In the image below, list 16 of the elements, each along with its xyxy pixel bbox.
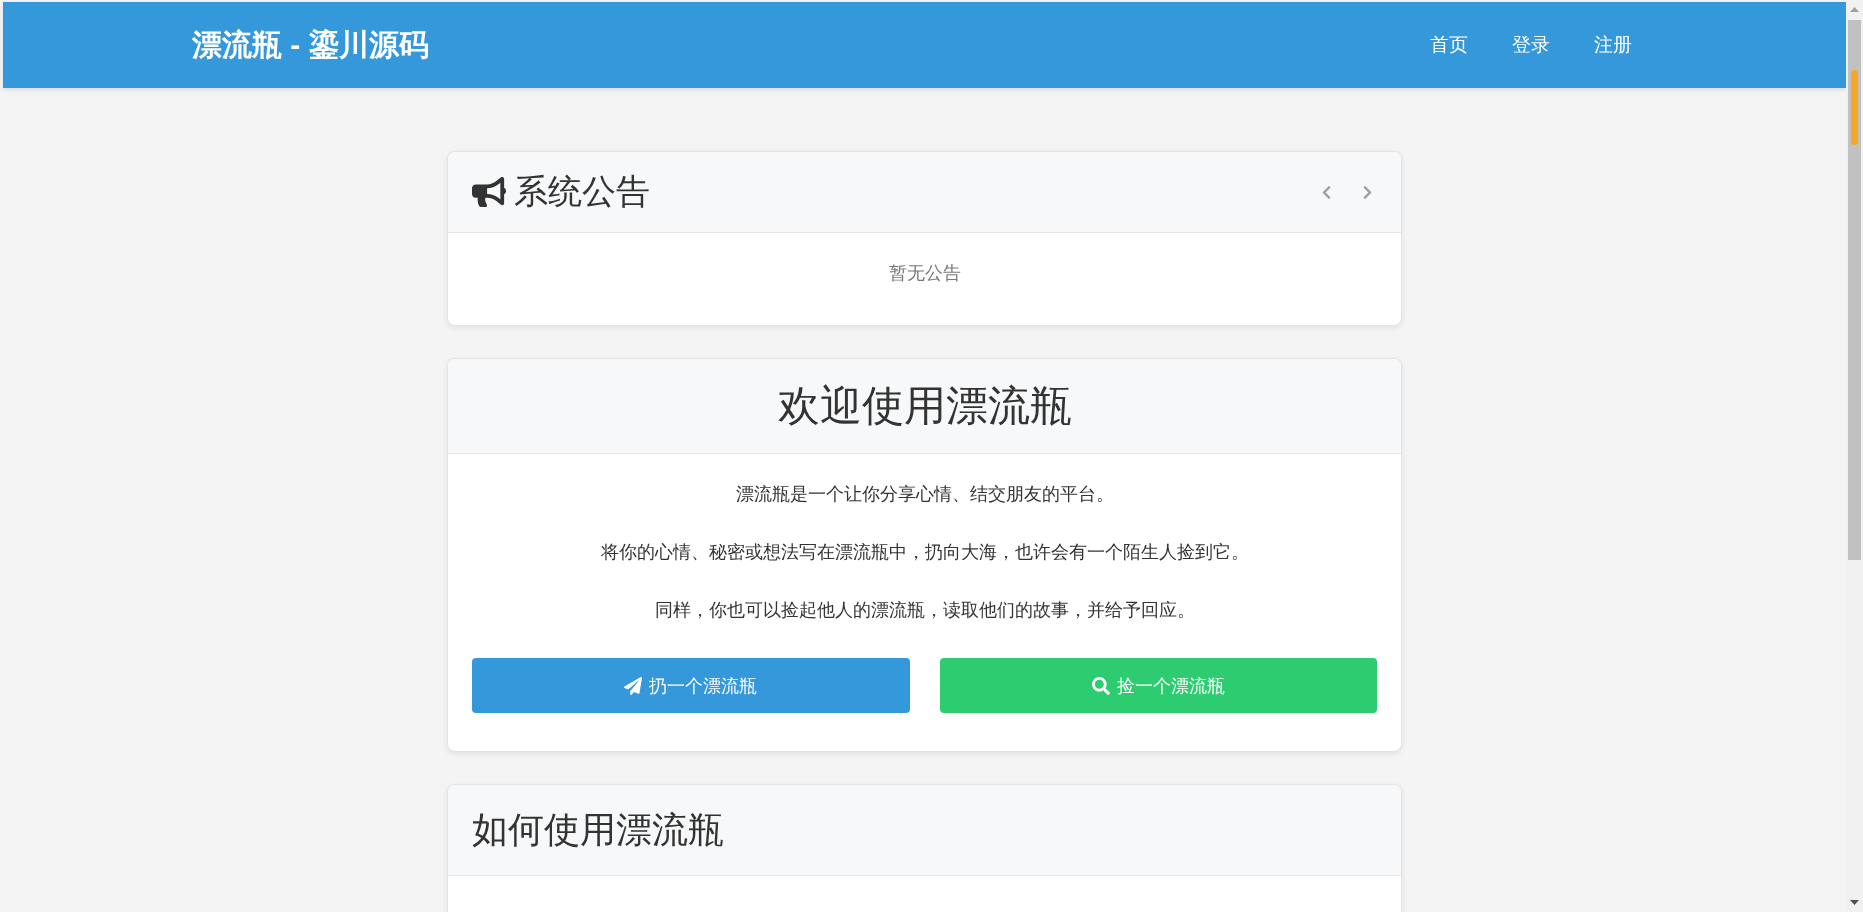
card-title: 欢迎使用漂流瓶: [777, 381, 1072, 431]
intro-text: 漂流瓶是一个让你分享心情、结交朋友的平台。: [735, 483, 1114, 506]
pick-bottle-button[interactable]: 捡一个漂流瓶: [939, 658, 1377, 713]
card-title: 如何使用漂流瓶: [472, 807, 724, 852]
empty-message: 暂无公告: [888, 262, 961, 285]
search-icon: [1091, 676, 1110, 695]
intro-text: 同样，你也可以捡起他人的漂流瓶，读取他们的故事，并给予回应。: [654, 599, 1195, 622]
megaphone-icon: [472, 175, 506, 209]
throw-bottle-button[interactable]: 扔一个漂流瓶: [472, 658, 910, 713]
nav-link[interactable]: 登录: [1512, 32, 1550, 58]
paper-plane-icon: [624, 676, 643, 695]
site-brand[interactable]: 漂流瓶 - 鎏川源码: [192, 24, 429, 66]
card-title: 系统公告: [514, 171, 650, 212]
nav-link[interactable]: 注册: [1594, 32, 1632, 58]
intro-text: 将你的心情、秘密或想法写在漂流瓶中，扔向大海，也许会有一个陌生人捡到它。: [600, 541, 1249, 564]
nav-link[interactable]: 首页: [1430, 32, 1468, 58]
